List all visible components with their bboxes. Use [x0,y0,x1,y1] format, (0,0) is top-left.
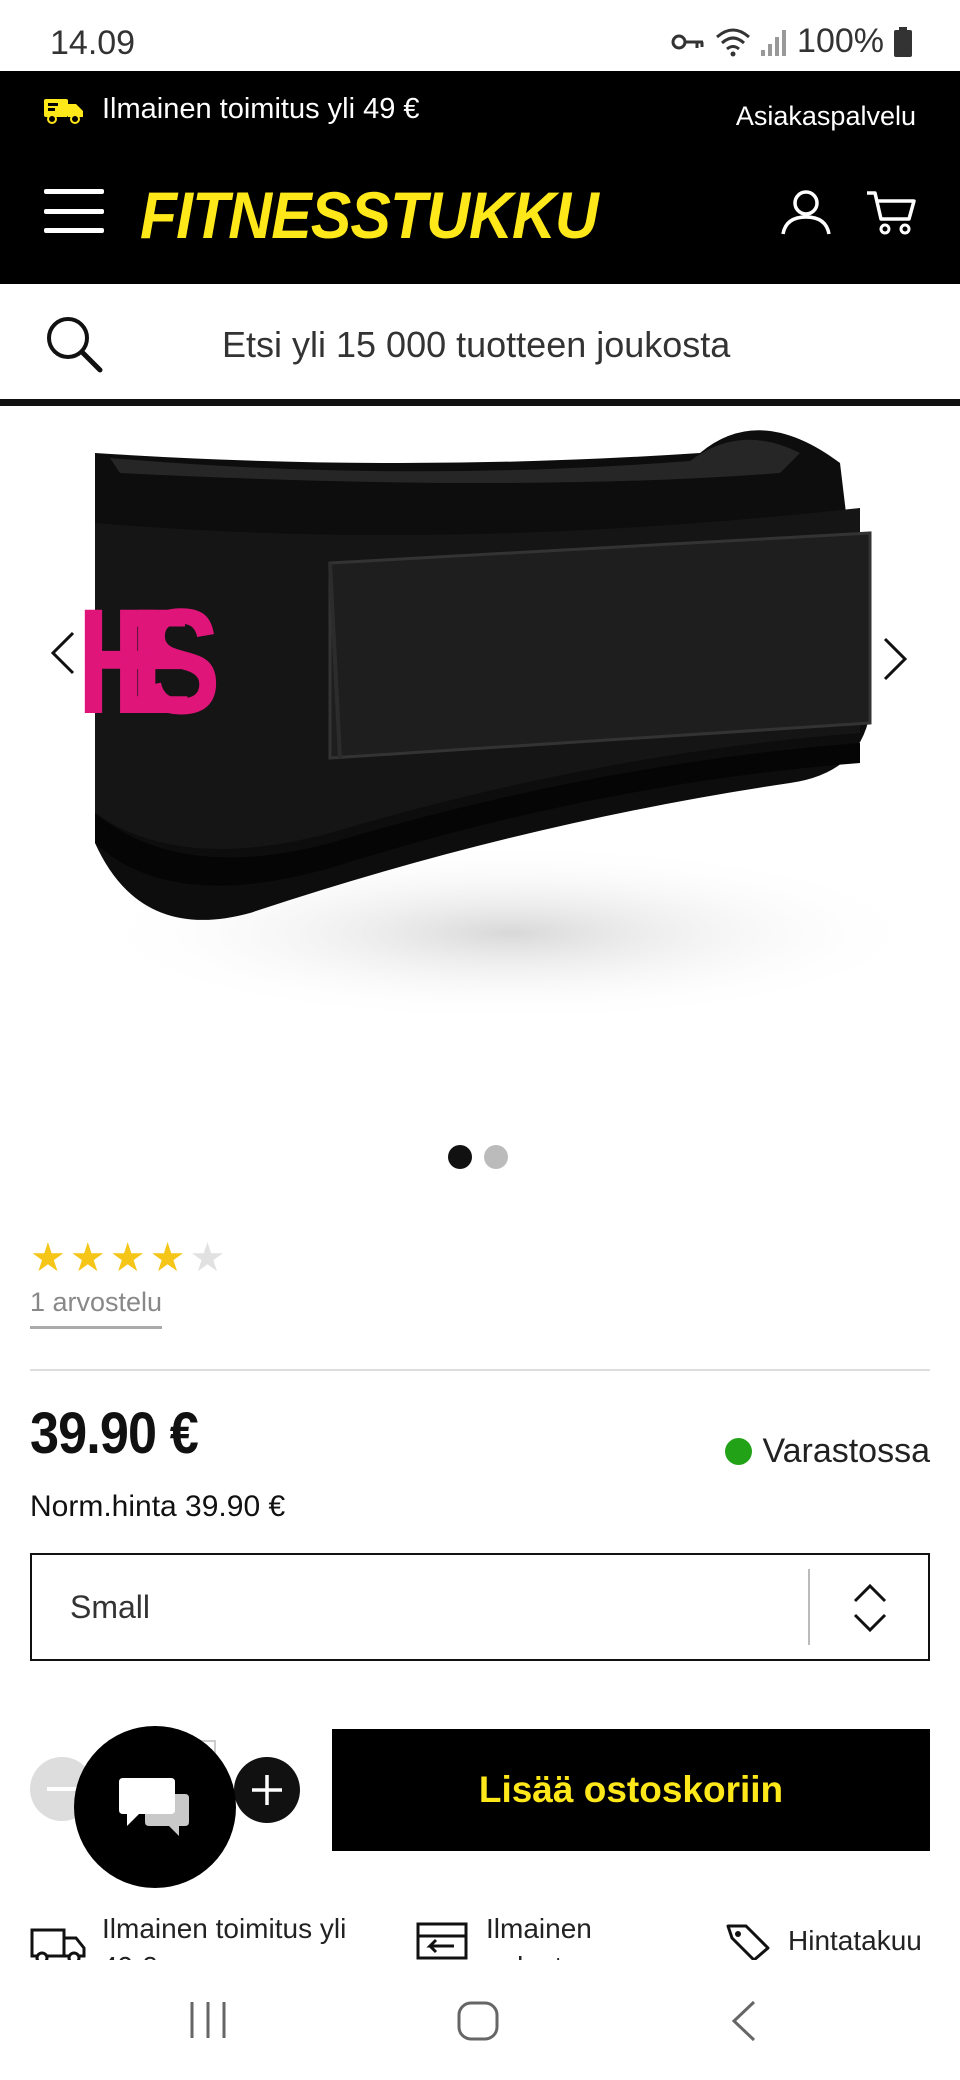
key-icon [671,34,704,49]
back-icon[interactable] [730,2000,758,2042]
site-header: Ilmainen toimitus yli 49 € Asiakaspalvel… [0,71,960,284]
minus-icon [47,1787,77,1791]
recent-apps-icon[interactable] [188,2000,228,2040]
system-nav-bar [0,1960,960,2080]
feature-price-guarantee: Hintatakuu [724,1922,922,1960]
product-image-lifting-belt: HES [77,430,930,1023]
size-select-value: Small [70,1589,151,1625]
product-price: 39.90 € [30,1401,199,1466]
promo-text: Ilmainen toimitus yli 49 € [102,93,420,125]
gallery-prev-button[interactable] [38,613,88,693]
status-bar: 14.09 100% [0,0,960,71]
product-gallery[interactable]: HES [0,413,960,1193]
search-bar[interactable]: Etsi yli 15 000 tuotteen joukosta [0,284,960,406]
gallery-dot-1[interactable] [448,1145,472,1169]
account-icon[interactable] [780,189,832,235]
plus-icon [252,1775,282,1805]
home-icon[interactable] [456,2000,500,2042]
delivery-truck-icon [30,1928,86,1960]
chat-bubbles-icon [119,1778,189,1836]
search-icon[interactable] [44,314,104,374]
gallery-next-button[interactable] [870,619,920,699]
in-stock-dot-icon [725,1438,753,1465]
battery-percent: 100% [797,22,884,60]
size-select[interactable]: Small [30,1553,930,1661]
price-tag-icon [726,1924,770,1960]
chevron-up-down-icon [853,1583,887,1633]
search-input[interactable]: Etsi yli 15 000 tuotteen joukosta [222,324,730,366]
feature-strip: Ilmainen toimitus yli 49 € Ilmainen pala… [0,1910,960,1960]
stock-label: Varastossa [762,1432,930,1470]
return-box-icon [416,1922,468,1960]
status-time: 14.09 [50,24,136,62]
free-shipping-promo: Ilmainen toimitus yli 49 € [44,93,420,126]
divider [30,1369,930,1371]
star-filled-icon: ★ [149,1236,186,1280]
rating-stars: ★ ★ ★ ★ ★ [30,1238,225,1278]
stock-status: Varastossa [725,1432,930,1471]
feature-free-shipping: Ilmainen toimitus yli 49 € [30,1910,352,1960]
feature-label: Ilmainen toimitus yli 49 € [102,1913,347,1960]
site-logo[interactable]: FITNESSTUKKU [140,177,599,253]
chevron-left-icon [51,631,75,675]
star-empty-icon: ★ [189,1236,226,1280]
add-to-cart-button[interactable]: Lisää ostoskoriin [332,1729,930,1851]
status-icons: 100% [671,22,912,61]
feature-free-returns: Ilmainen palautus [414,1910,636,1960]
hamburger-menu-icon[interactable] [44,189,104,233]
star-filled-icon: ★ [69,1236,106,1280]
wifi-icon [716,28,751,56]
feature-label: Hintatakuu [788,1925,922,1956]
gallery-pagination [448,1145,508,1169]
battery-icon [894,26,912,57]
feature-label: Ilmainen palautus [486,1913,592,1960]
gallery-dot-2[interactable] [484,1145,508,1169]
customer-service-link[interactable]: Asiakaspalvelu [736,101,916,132]
cart-icon[interactable] [866,189,916,235]
quantity-increase-button[interactable] [234,1757,300,1823]
star-filled-icon: ★ [30,1236,66,1280]
reviews-link[interactable]: 1 arvostelu [30,1287,163,1329]
chat-button[interactable] [74,1726,236,1888]
star-filled-icon: ★ [109,1236,146,1280]
signal-icon [761,29,787,56]
chevron-right-icon [883,637,907,681]
delivery-truck-icon [44,98,83,124]
belt-print-text: HES [77,577,221,745]
normal-price: Norm.hinta 39.90 € [30,1490,286,1523]
